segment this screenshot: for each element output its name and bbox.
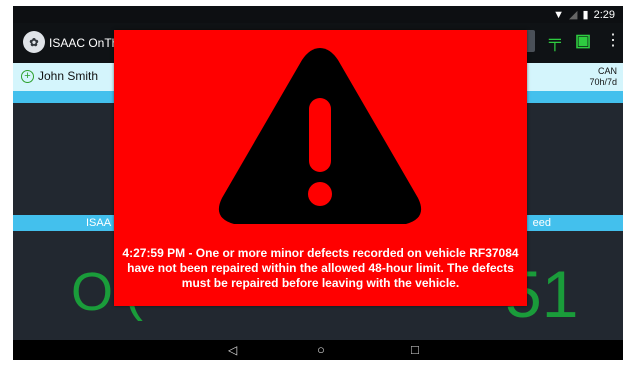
- battery-icon: ▮: [582, 9, 589, 21]
- driver-name: John Smith: [38, 69, 99, 83]
- section-header-left: ISAA: [86, 217, 112, 229]
- vehicle-icon[interactable]: ▣: [575, 30, 591, 52]
- add-driver-icon[interactable]: +: [21, 70, 34, 83]
- ruleset-country: CAN: [597, 66, 617, 76]
- home-icon[interactable]: ○: [317, 342, 325, 357]
- section-header-right: eed: [532, 217, 551, 229]
- app-logo-icon: ✿: [23, 31, 45, 53]
- back-icon[interactable]: ◁: [228, 343, 237, 357]
- alert-message: 4:27:59 PM - One or more minor defects r…: [122, 246, 519, 290]
- status-icons: ▼ ◢ ▮ 2:29: [553, 8, 615, 22]
- wifi-icon: ▼: [553, 8, 565, 21]
- overflow-menu-icon[interactable]: ⋮: [605, 30, 621, 52]
- app-bar-actions: ╤ ▣ ⋮: [512, 30, 621, 52]
- signal-icon: ◢: [569, 9, 578, 21]
- warning-triangle-icon: [218, 48, 422, 224]
- ruleset-cycle: 70h/7d: [589, 77, 617, 87]
- defect-alert-dialog[interactable]: 4:27:59 PM - One or more minor defects r…: [114, 30, 527, 306]
- inspection-station-icon[interactable]: ╤: [549, 30, 561, 52]
- status-time: 2:29: [593, 8, 615, 21]
- ruleset-badge: CAN 70h/7d: [589, 66, 617, 88]
- status-bar: ▼ ◢ ▮ 2:29: [13, 6, 623, 23]
- recent-apps-icon[interactable]: □: [411, 342, 419, 357]
- android-nav-bar: ◁ ○ □: [13, 340, 623, 360]
